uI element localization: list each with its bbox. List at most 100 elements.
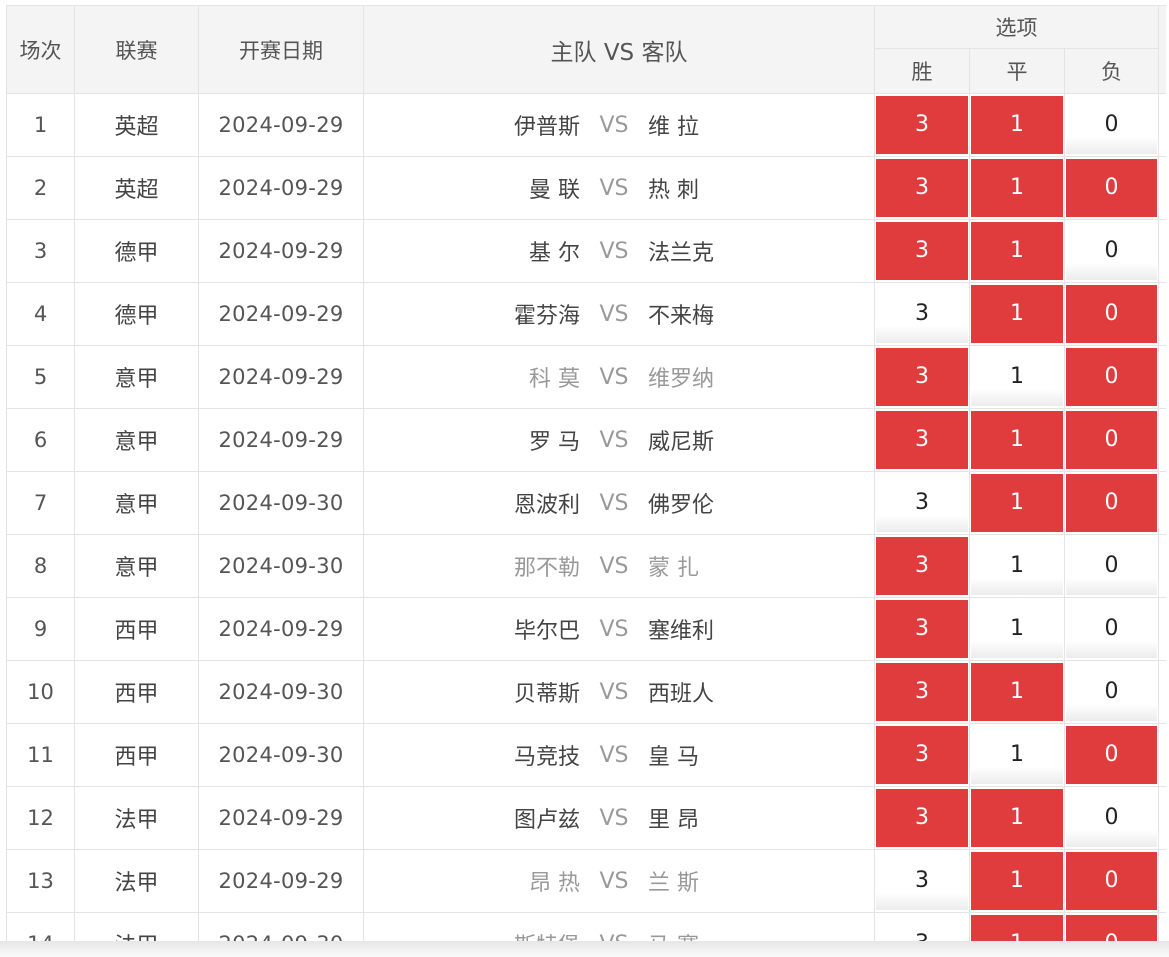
option-win-button[interactable]: 3 [876,852,968,910]
match-index: 4 [6,282,75,346]
option-draw-button[interactable]: 1 [971,474,1063,532]
option-draw-button[interactable]: 1 [971,222,1063,280]
option-lose-cell[interactable]: 0 [1063,786,1160,850]
match-index: 1 [6,93,75,157]
option-lose-button[interactable]: 0 [1066,600,1158,658]
option-win-cell[interactable]: 3 [874,345,970,409]
match-index: 5 [6,345,75,409]
away-team: 不来梅 [648,304,715,329]
option-lose-button[interactable]: 0 [1066,726,1158,784]
option-draw-button[interactable]: 1 [971,600,1063,658]
option-draw-cell[interactable]: 1 [969,345,1065,409]
option-win-button[interactable]: 3 [876,159,968,217]
option-win-button[interactable]: 3 [876,222,968,280]
option-lose-cell[interactable]: 0 [1063,723,1160,787]
option-draw-cell[interactable]: 1 [969,723,1065,787]
league-name: 意甲 [74,345,199,409]
league-name: 英超 [74,93,199,157]
option-lose-button[interactable]: 0 [1066,663,1158,721]
home-team: 图卢兹 [513,808,580,833]
row-spacer [1158,471,1166,535]
option-draw-button[interactable]: 1 [971,348,1063,406]
option-win-cell[interactable]: 3 [874,156,970,220]
option-draw-button[interactable]: 1 [971,789,1063,847]
option-win-cell[interactable]: 3 [874,408,970,472]
option-lose-cell[interactable]: 0 [1063,93,1160,157]
option-win-cell[interactable]: 3 [874,219,970,283]
option-draw-button[interactable]: 1 [971,96,1063,154]
vs-label: VS [599,490,629,516]
header-draw: 平 [969,48,1065,94]
option-draw-button[interactable]: 1 [971,285,1063,343]
option-draw-button[interactable]: 1 [971,726,1063,784]
header-lose: 负 [1063,48,1160,94]
option-win-button[interactable]: 3 [876,726,968,784]
option-win-button[interactable]: 3 [876,537,968,595]
option-draw-button[interactable]: 1 [971,663,1063,721]
match-teams: 马竞技 VS 皇 马 [364,725,874,785]
option-draw-cell[interactable]: 1 [969,849,1065,913]
option-lose-button[interactable]: 0 [1066,285,1158,343]
option-win-cell[interactable]: 3 [874,660,970,724]
option-win-cell[interactable]: 3 [874,597,970,661]
option-win-cell[interactable]: 3 [874,534,970,598]
match-cell: 科 莫 VS 维罗纳 [363,345,875,409]
option-draw-cell[interactable]: 1 [969,471,1065,535]
option-win-button[interactable]: 3 [876,474,968,532]
option-win-button[interactable]: 3 [876,285,968,343]
option-lose-button[interactable]: 0 [1066,96,1158,154]
option-lose-button[interactable]: 0 [1066,474,1158,532]
option-draw-cell[interactable]: 1 [969,597,1065,661]
option-lose-cell[interactable]: 0 [1063,660,1160,724]
option-draw-cell[interactable]: 1 [969,219,1065,283]
option-draw-button[interactable]: 1 [971,537,1063,595]
option-draw-button[interactable]: 1 [971,852,1063,910]
table-row: 10 西甲 2024-09-30 贝蒂斯 VS 西班人 3 1 0 [6,660,1166,724]
option-lose-cell[interactable]: 0 [1063,156,1160,220]
option-lose-cell[interactable]: 0 [1063,597,1160,661]
option-win-cell[interactable]: 3 [874,723,970,787]
option-win-cell[interactable]: 3 [874,282,970,346]
option-lose-cell[interactable]: 0 [1063,849,1160,913]
option-lose-button[interactable]: 0 [1066,852,1158,910]
option-draw-cell[interactable]: 1 [969,534,1065,598]
option-draw-button[interactable]: 1 [971,411,1063,469]
option-win-button[interactable]: 3 [876,600,968,658]
option-win-cell[interactable]: 3 [874,786,970,850]
option-win-cell[interactable]: 3 [874,471,970,535]
option-win-button[interactable]: 3 [876,411,968,469]
match-teams: 贝蒂斯 VS 西班人 [364,662,874,722]
option-win-button[interactable]: 3 [876,96,968,154]
option-win-button[interactable]: 3 [876,663,968,721]
league-name: 德甲 [74,282,199,346]
option-lose-cell[interactable]: 0 [1063,282,1160,346]
option-lose-button[interactable]: 0 [1066,222,1158,280]
option-lose-button[interactable]: 0 [1066,789,1158,847]
match-cell: 图卢兹 VS 里 昂 [363,786,875,850]
option-lose-cell[interactable]: 0 [1063,408,1160,472]
option-win-cell[interactable]: 3 [874,849,970,913]
option-lose-cell[interactable]: 0 [1063,345,1160,409]
option-win-cell[interactable]: 3 [874,93,970,157]
option-draw-cell[interactable]: 1 [969,408,1065,472]
option-lose-cell[interactable]: 0 [1063,534,1160,598]
option-draw-cell[interactable]: 1 [969,786,1065,850]
league-name: 西甲 [74,597,199,661]
option-draw-button[interactable]: 1 [971,159,1063,217]
option-win-button[interactable]: 3 [876,348,968,406]
option-lose-cell[interactable]: 0 [1063,471,1160,535]
match-teams: 伊普斯 VS 维 拉 [364,95,874,155]
option-lose-button[interactable]: 0 [1066,537,1158,595]
match-index: 8 [6,534,75,598]
option-lose-button[interactable]: 0 [1066,348,1158,406]
option-draw-cell[interactable]: 1 [969,660,1065,724]
option-draw-cell[interactable]: 1 [969,93,1065,157]
league-name: 英超 [74,156,199,220]
option-lose-button[interactable]: 0 [1066,159,1158,217]
option-win-button[interactable]: 3 [876,789,968,847]
option-lose-button[interactable]: 0 [1066,411,1158,469]
match-teams: 昂 热 VS 兰 斯 [364,851,874,911]
option-lose-cell[interactable]: 0 [1063,219,1160,283]
option-draw-cell[interactable]: 1 [969,282,1065,346]
option-draw-cell[interactable]: 1 [969,156,1065,220]
